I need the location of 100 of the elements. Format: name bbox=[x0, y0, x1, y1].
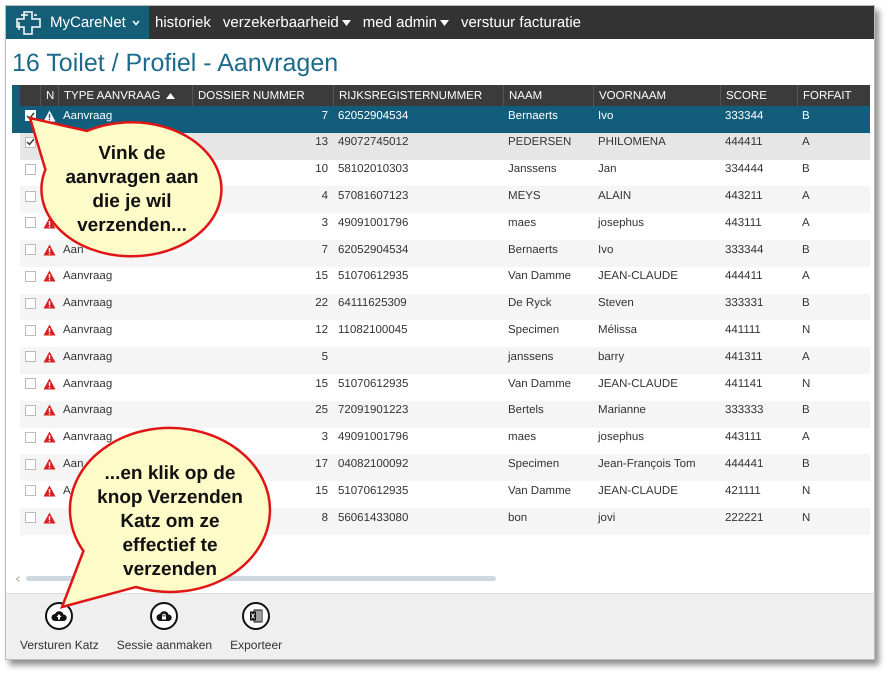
nav-menu-item[interactable]: historiek bbox=[149, 14, 217, 31]
row-checkbox[interactable] bbox=[24, 270, 36, 282]
dossier-number: 15 bbox=[314, 270, 329, 282]
national-number: 56061433080 bbox=[337, 512, 410, 524]
package-code: B bbox=[801, 297, 811, 310]
last-name: maes bbox=[507, 216, 538, 229]
dossier-number: 3 bbox=[320, 431, 329, 444]
table-row[interactable]: Aanvraag 7 62052904534 Bernaerts Ivo 333344 B bbox=[12, 106, 870, 133]
score: 443111 bbox=[724, 431, 763, 444]
dossier-number: 7 bbox=[320, 244, 329, 256]
package-code: B bbox=[801, 244, 811, 256]
dossier-number: 17 bbox=[314, 458, 329, 470]
score: 443211 bbox=[724, 190, 764, 202]
package-code: A bbox=[801, 190, 811, 202]
row-checkbox[interactable] bbox=[24, 217, 36, 228]
nav-menu-item[interactable]: med admin bbox=[356, 14, 455, 31]
first-name: josephus bbox=[596, 431, 646, 444]
row-checkbox[interactable] bbox=[24, 378, 36, 390]
score: 443111 bbox=[724, 216, 763, 229]
first-name: Ivo bbox=[597, 110, 614, 122]
row-checkbox[interactable] bbox=[24, 485, 36, 496]
score: 441141 bbox=[724, 378, 764, 390]
request-type: Aanvraag bbox=[62, 378, 114, 390]
first-name: ALAIN bbox=[597, 190, 632, 202]
package-code: A bbox=[801, 431, 811, 444]
first-name: JEAN-CLAUDE bbox=[597, 484, 679, 497]
dossier-number: 3 bbox=[320, 216, 329, 229]
national-number: 51070612935 bbox=[337, 270, 410, 282]
row-checkbox[interactable] bbox=[24, 164, 36, 175]
cloud-upload-icon bbox=[51, 610, 68, 622]
last-name: Bernaerts bbox=[507, 110, 559, 122]
package-code: B bbox=[801, 163, 811, 176]
last-name: Van Damme bbox=[507, 270, 572, 282]
last-name: MEYS bbox=[507, 190, 542, 202]
sort-up-icon bbox=[166, 92, 175, 98]
package-code: N bbox=[801, 378, 812, 390]
toolbar-button[interactable]: Exporteer bbox=[230, 602, 282, 659]
first-name: PHILOMENA bbox=[597, 136, 667, 148]
row-checkbox[interactable] bbox=[24, 458, 36, 470]
package-code: N bbox=[801, 324, 812, 336]
toolbar-button[interactable]: Sessie aanmaken bbox=[116, 602, 212, 659]
last-name: De Ryck bbox=[507, 297, 552, 310]
score: 333344 bbox=[724, 110, 764, 122]
last-name: janssens bbox=[506, 350, 554, 363]
request-type: Aanvraag bbox=[62, 431, 114, 444]
score: 222221 bbox=[724, 512, 764, 524]
row-checkbox[interactable] bbox=[24, 136, 36, 148]
scroll-left-icon[interactable] bbox=[16, 576, 20, 582]
request-type: Aan bbox=[62, 458, 84, 470]
last-name: Van Damme bbox=[507, 484, 572, 497]
national-number: 49091001796 bbox=[337, 431, 410, 444]
package-code: A bbox=[801, 216, 811, 229]
dossier-number: 7 bbox=[320, 110, 329, 122]
national-number: 49072745012 bbox=[337, 136, 410, 148]
first-name: jovi bbox=[596, 512, 616, 524]
nav-menu-item[interactable]: verzekerbaarheid bbox=[216, 14, 357, 31]
request-type: Aanvraag bbox=[62, 297, 114, 310]
score: 421111 bbox=[724, 484, 762, 497]
score: 334444 bbox=[724, 163, 764, 176]
row-checkbox[interactable] bbox=[24, 432, 36, 443]
score: 444441 bbox=[724, 458, 764, 470]
row-checkbox[interactable] bbox=[24, 512, 36, 524]
first-name: Marianne bbox=[597, 404, 647, 416]
national-number: 72091901223 bbox=[337, 404, 410, 416]
request-type: Aanvraag bbox=[62, 350, 114, 363]
package-code: N bbox=[801, 484, 812, 497]
score: 444411 bbox=[724, 270, 764, 282]
first-name: JEAN-CLAUDE bbox=[597, 378, 679, 390]
nav-menu-item[interactable]: verstuur facturatie bbox=[454, 14, 588, 31]
row-checkbox[interactable] bbox=[24, 351, 36, 362]
row-checkbox[interactable] bbox=[24, 404, 36, 416]
score: 333331 bbox=[724, 297, 764, 310]
dossier-number: 13 bbox=[314, 136, 329, 148]
page-title: 16 Toilet / Profiel - Aanvragen bbox=[12, 49, 340, 79]
first-name: barry bbox=[597, 350, 626, 363]
dossier-number: 4 bbox=[320, 190, 329, 202]
last-name: Van Damme bbox=[507, 378, 572, 390]
row-checkbox[interactable] bbox=[24, 298, 36, 309]
chevron-icon bbox=[132, 20, 140, 26]
national-number: 58102010303 bbox=[337, 163, 410, 176]
last-name: Bernaerts bbox=[507, 244, 559, 256]
cloud-lock-icon bbox=[156, 610, 172, 622]
package-code: A bbox=[801, 270, 811, 282]
score: 333344 bbox=[724, 244, 764, 256]
national-number: 62052904534 bbox=[337, 110, 410, 122]
dossier-number: 15 bbox=[314, 378, 329, 390]
dossier-number: 5 bbox=[320, 350, 329, 363]
row-checkbox[interactable] bbox=[24, 190, 36, 202]
package-code: B bbox=[801, 404, 811, 416]
request-type: Aanvraag bbox=[62, 324, 114, 336]
row-checkbox[interactable] bbox=[24, 324, 36, 336]
package-code: A bbox=[801, 350, 811, 363]
first-name: Steven bbox=[597, 297, 635, 310]
last-name: PEDERSEN bbox=[507, 136, 572, 148]
row-checkbox[interactable] bbox=[24, 244, 36, 256]
first-name: JEAN-CLAUDE bbox=[597, 270, 679, 282]
last-name: bon bbox=[507, 512, 528, 524]
score: 441111 bbox=[724, 324, 762, 336]
spreadsheet-icon bbox=[249, 609, 264, 623]
dossier-number: 10 bbox=[314, 163, 329, 176]
